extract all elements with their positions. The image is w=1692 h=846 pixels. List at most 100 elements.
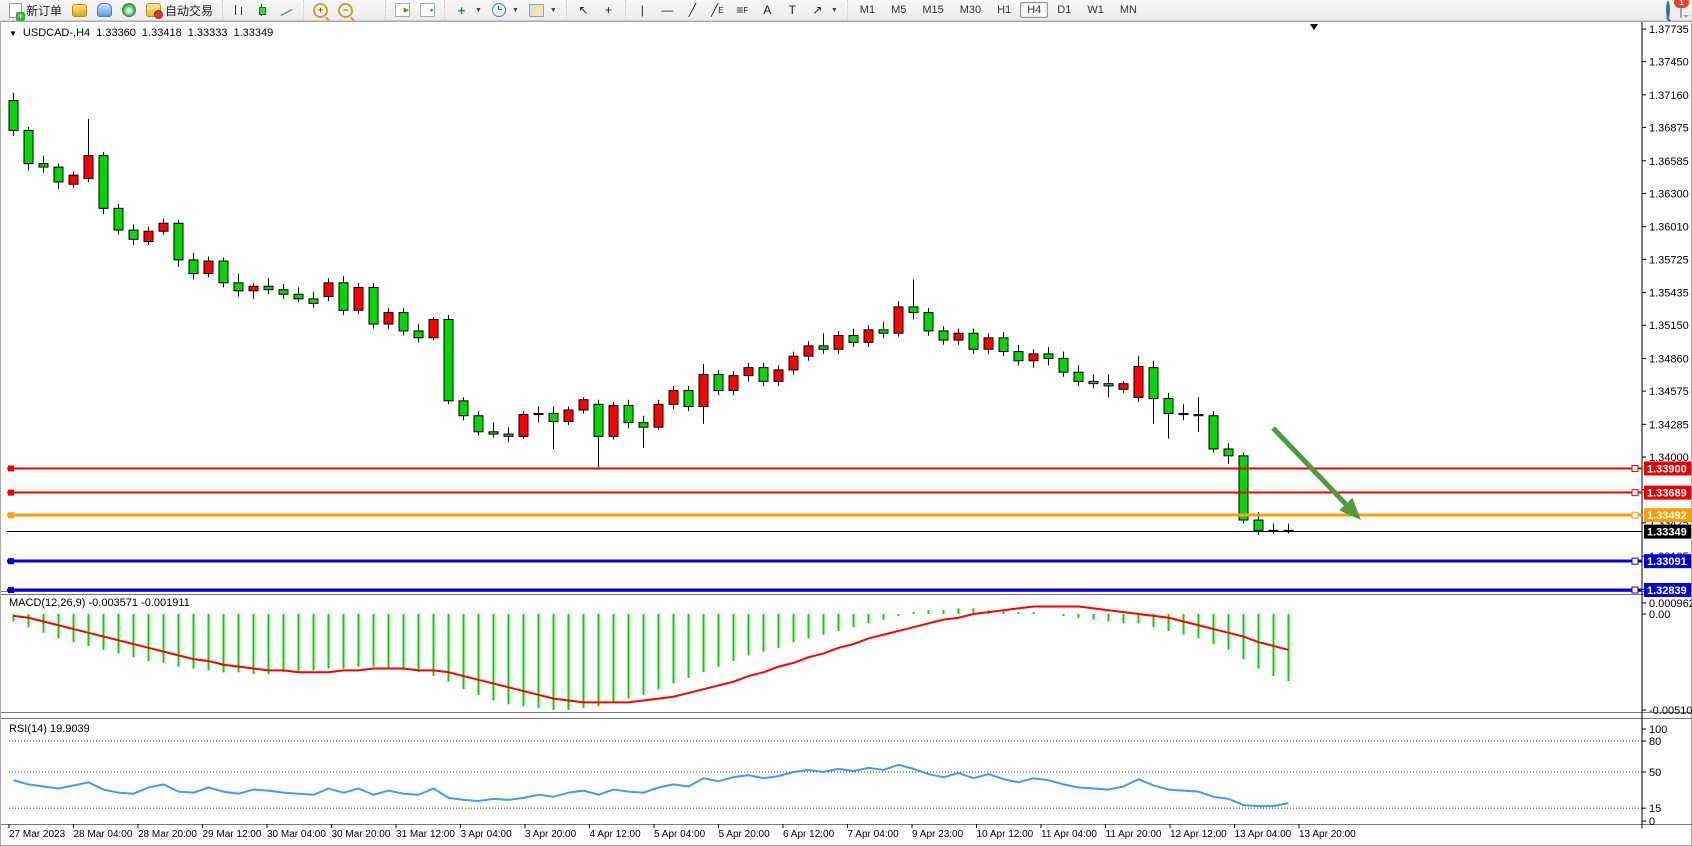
date-label: 30 Mar 04:00 — [267, 829, 326, 840]
candle — [204, 261, 213, 274]
line-chart-button[interactable] — [275, 3, 299, 17]
timeframe-d1[interactable]: D1 — [1050, 2, 1078, 18]
line-handle[interactable] — [1632, 512, 1638, 518]
new-order-button[interactable]: 新订单 — [4, 1, 67, 20]
timeframe-m5[interactable]: M5 — [884, 2, 913, 18]
zoom-in-button[interactable]: + — [308, 2, 333, 19]
search-icon — [1666, 1, 1670, 19]
candle — [1209, 416, 1218, 449]
toolbar-group-scroll — [385, 0, 444, 20]
timeframe-m30[interactable]: M30 — [953, 2, 988, 18]
fibonacci-icon: ≡F — [735, 4, 750, 17]
timeframe-m1[interactable]: M1 — [853, 2, 882, 18]
text-icon: A — [760, 4, 775, 17]
timeframe-h4[interactable]: H4 — [1020, 2, 1048, 18]
candle — [249, 286, 258, 291]
arrows-button[interactable]: ↗▼ — [805, 3, 843, 18]
date-label: 3 Apr 04:00 — [461, 829, 513, 840]
line-handle[interactable] — [1632, 465, 1638, 471]
candle — [579, 400, 588, 410]
fibonacci-button[interactable]: ≡F — [730, 3, 755, 18]
rsi-label: RSI(14) 19.9039 — [9, 723, 90, 735]
candle — [1149, 368, 1158, 399]
price-tick-label: 1.34575 — [1649, 386, 1689, 398]
candle — [804, 346, 813, 356]
chart-shift-button[interactable] — [415, 2, 440, 18]
candle — [639, 423, 648, 428]
price-badge-label: 1.32839 — [1647, 585, 1687, 597]
signals-button[interactable] — [117, 2, 141, 18]
one-click-trading-toggle[interactable]: ▼ — [9, 29, 17, 38]
date-label: 28 Mar 20:00 — [138, 829, 197, 840]
candle — [414, 331, 423, 338]
periods-button[interactable]: ▼ — [487, 2, 524, 18]
cursor-button[interactable]: ↖ — [571, 3, 596, 18]
line-handle[interactable] — [8, 490, 14, 496]
toolbar-group-insert: +▼ ▼ ▼ — [444, 0, 566, 20]
candle — [1104, 384, 1113, 386]
candle — [174, 223, 183, 260]
candle — [114, 208, 123, 230]
text-label-button[interactable]: T — [780, 3, 805, 18]
macd-label: MACD(12,26,9) -0.003571 -0.001911 — [9, 597, 190, 609]
signals-icon — [122, 3, 136, 17]
auto-scroll-button[interactable] — [390, 2, 415, 18]
line-handle[interactable] — [8, 558, 14, 564]
chart-canvas[interactable]: 1.377351.374501.371601.368751.365851.363… — [1, 22, 1692, 846]
timeframe-mn[interactable]: MN — [1113, 2, 1144, 18]
candle — [219, 261, 228, 283]
timeframe-w1[interactable]: W1 — [1080, 2, 1111, 18]
candle — [189, 260, 198, 274]
vertical-line-button[interactable]: | — [630, 3, 655, 18]
ohlc-low: 1.33333 — [188, 27, 228, 39]
candle — [1134, 366, 1143, 397]
candle — [489, 432, 498, 434]
line-handle[interactable] — [1632, 587, 1638, 593]
line-handle[interactable] — [1632, 558, 1638, 564]
candle — [1044, 354, 1053, 359]
candle — [429, 319, 438, 337]
timeframe-group: M1M5M15M30H1H4D1W1MN — [847, 0, 1149, 20]
timeframe-m15[interactable]: M15 — [915, 2, 950, 18]
price-tick-label: 1.36875 — [1649, 123, 1689, 135]
templates-button[interactable]: ▼ — [524, 3, 562, 18]
candle — [84, 156, 93, 179]
line-handle[interactable] — [8, 465, 14, 471]
toolbar-group-cursor: ↖ + — [566, 0, 625, 20]
macd-scale-label: 0.00 — [1649, 609, 1670, 621]
candle — [939, 331, 948, 340]
channel-button[interactable]: ╱E — [705, 3, 730, 18]
candlestick-button[interactable] — [251, 3, 275, 17]
price-tick-label: 1.35435 — [1649, 288, 1689, 300]
timeframe-h1[interactable]: H1 — [990, 2, 1018, 18]
autotrading-button[interactable]: 自动交易 — [141, 1, 218, 20]
price-badge-label: 1.33689 — [1647, 488, 1687, 500]
zoom-out-button[interactable]: − — [333, 2, 358, 19]
tile-windows-button[interactable] — [358, 3, 381, 17]
line-handle[interactable] — [1632, 490, 1638, 496]
line-handle[interactable] — [8, 512, 14, 518]
candle — [969, 333, 978, 349]
community-button[interactable] — [92, 2, 117, 18]
toolbar-group-objects: | — ╱ ╱E ≡F A T ↗▼ — [625, 0, 847, 20]
line-handle[interactable] — [8, 587, 14, 593]
date-label: 28 Mar 04:00 — [74, 829, 133, 840]
community-icon — [97, 3, 112, 17]
price-tick-label: 1.35150 — [1649, 320, 1689, 332]
notifications-button[interactable]: 1 — [1680, 3, 1682, 17]
text-button[interactable]: A — [755, 3, 780, 18]
horizontal-line-button[interactable]: — — [655, 3, 680, 18]
date-label: 12 Apr 12:00 — [1170, 829, 1227, 840]
price-badge-label: 1.33492 — [1647, 510, 1687, 522]
search-button[interactable] — [1666, 3, 1670, 17]
trendline-button[interactable]: ╱ — [680, 3, 705, 18]
indicators-button[interactable]: +▼ — [449, 3, 487, 18]
crosshair-button[interactable]: + — [596, 3, 621, 18]
shift-end-marker[interactable] — [1310, 24, 1318, 30]
candle — [924, 313, 933, 331]
toolbar-group-chartmode — [222, 0, 303, 20]
market-button[interactable] — [67, 3, 92, 18]
bar-chart-button[interactable] — [227, 3, 251, 17]
candle — [369, 287, 378, 324]
price-tick-label: 1.36300 — [1649, 188, 1689, 200]
